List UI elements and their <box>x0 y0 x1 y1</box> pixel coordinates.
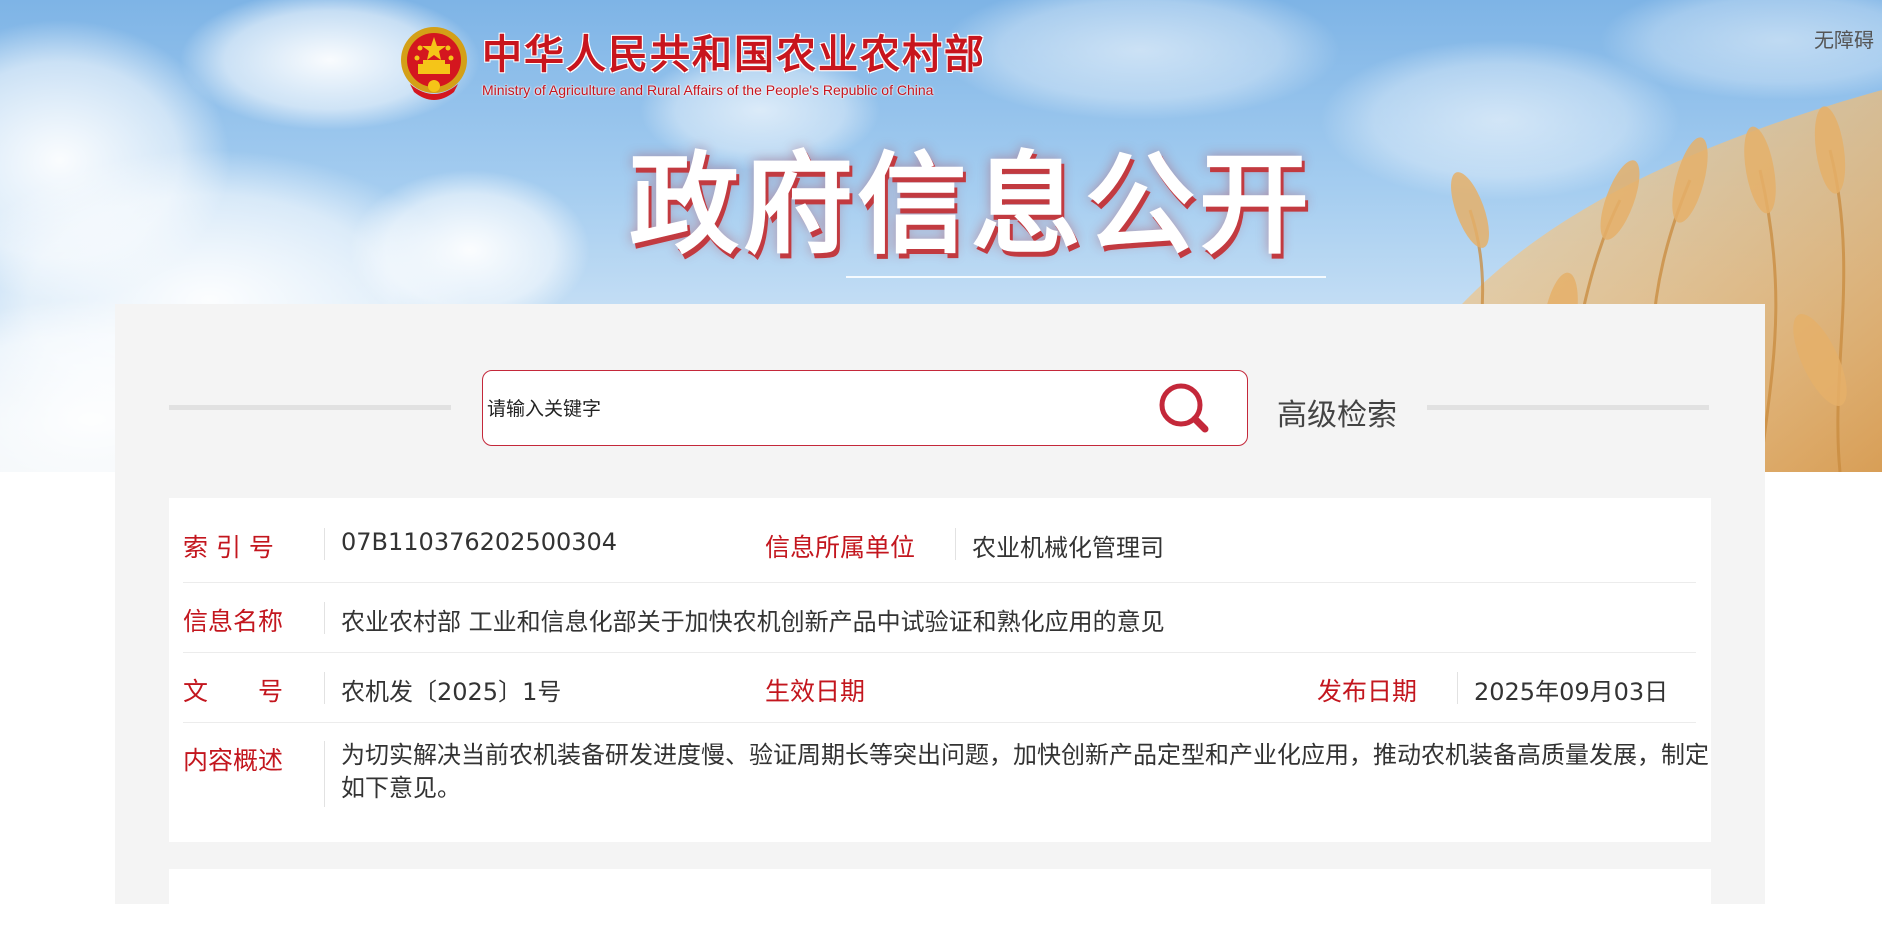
divider-right <box>1427 405 1709 410</box>
logo-chinese-name: 中华人民共和国农业农村部 <box>482 31 986 78</box>
info-row-index: 索 引 号 07B110376202500304 信息所属单位 农业机械化管理司 <box>169 498 1711 582</box>
unit-label: 信息所属单位 <box>765 533 916 562</box>
unit-value: 农业机械化管理司 <box>972 534 1164 562</box>
effective-date-label: 生效日期 <box>765 677 866 706</box>
banner-title: 政府信息公开 <box>629 141 1313 269</box>
divider-left <box>169 405 451 410</box>
info-row-docno: 文 号 农机发〔2025〕1号 生效日期 发布日期 2025年09月03日 <box>169 653 1711 722</box>
index-value: 07B110376202500304 <box>341 528 618 556</box>
info-row-name: 信息名称 农业农村部 工业和信息化部关于加快农机创新产品中试验证和熟化应用的意见 <box>169 583 1711 652</box>
document-info-table: 索 引 号 07B110376202500304 信息所属单位 农业机械化管理司… <box>169 498 1711 842</box>
accessibility-link[interactable]: 无障碍 <box>1814 24 1874 53</box>
site-logo[interactable]: 中华人民共和国农业农村部 Ministry of Agriculture and… <box>396 24 986 106</box>
content-card <box>169 869 1711 929</box>
logo-english-name: Ministry of Agriculture and Rural Affair… <box>482 82 934 98</box>
national-emblem-icon <box>401 27 467 100</box>
title-underline <box>846 276 1326 278</box>
main-panel: 高级检索 索 引 号 07B110376202500304 信息所属单位 农业机… <box>115 304 1765 929</box>
summary-label: 内容概述 <box>183 746 284 775</box>
search-input[interactable] <box>485 379 1129 439</box>
publish-date-value: 2025年09月03日 <box>1474 678 1669 706</box>
search-icon[interactable] <box>1157 381 1213 437</box>
advanced-search-link[interactable]: 高级检索 <box>1277 390 1397 434</box>
docno-value: 农机发〔2025〕1号 <box>341 678 562 706</box>
search-box <box>482 370 1248 446</box>
name-label: 信息名称 <box>183 607 284 636</box>
docno-label: 文 号 <box>183 677 284 706</box>
publish-date-label: 发布日期 <box>1317 677 1418 706</box>
summary-value: 为切实解决当前农机装备研发进度慢、验证周期长等突出问题，加快创新产品定型和产业化… <box>341 741 1709 802</box>
info-row-summary: 内容概述 为切实解决当前农机装备研发进度慢、验证周期长等突出问题，加快创新产品定… <box>169 723 1711 833</box>
name-value: 农业农村部 工业和信息化部关于加快农机创新产品中试验证和熟化应用的意见 <box>341 608 1165 636</box>
index-label: 索 引 号 <box>183 533 274 562</box>
